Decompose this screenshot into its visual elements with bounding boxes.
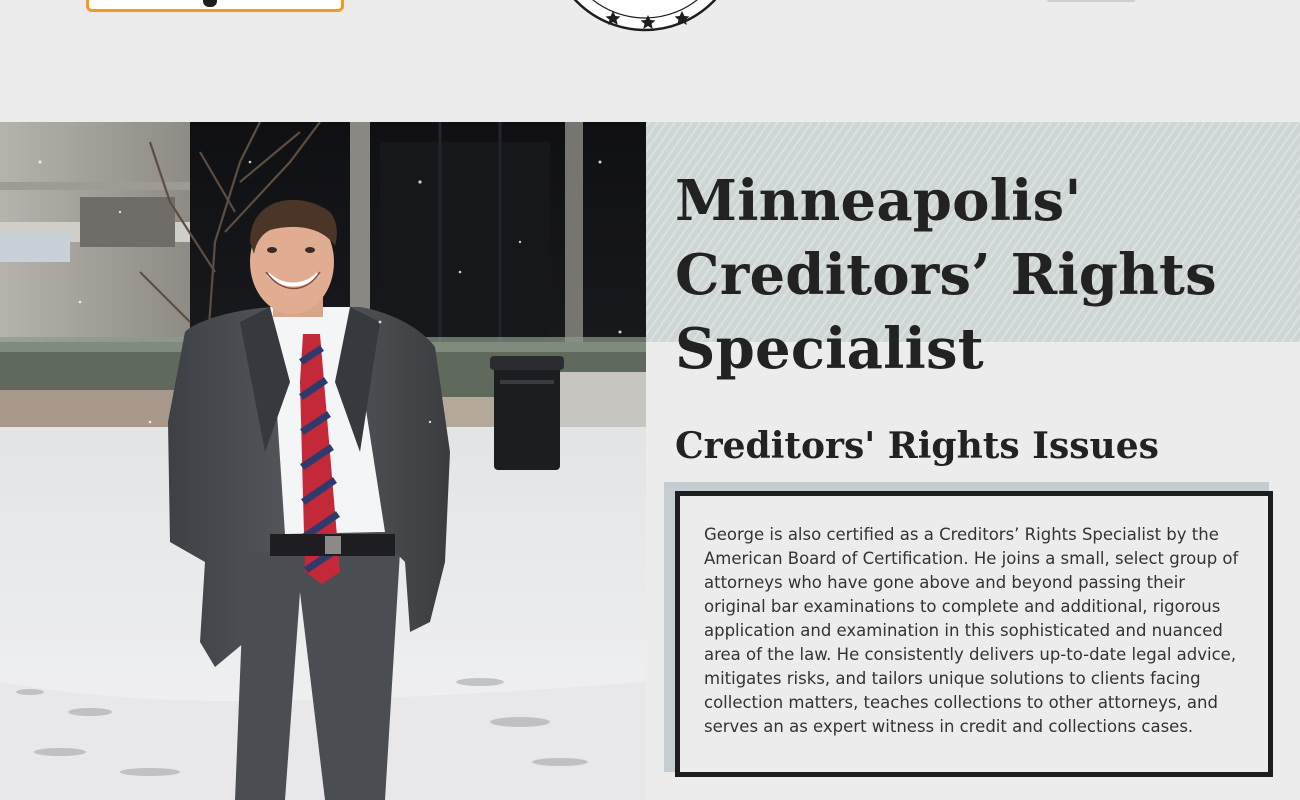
attorney-photo xyxy=(0,122,646,800)
description-text: George is also certified as a Creditors’… xyxy=(704,525,1239,736)
header-nav-fragment[interactable] xyxy=(1046,0,1136,2)
brand-logo[interactable] xyxy=(86,0,344,12)
section-heading: Creditors' Rights Issues xyxy=(675,425,1159,467)
site-header xyxy=(0,0,1300,122)
description-card: George is also certified as a Creditors’… xyxy=(675,491,1273,777)
logo-letter-mark-icon xyxy=(203,0,217,7)
page-title: Minneapolis' Creditors’ Rights Specialis… xyxy=(675,168,1217,382)
page: Minneapolis' Creditors’ Rights Specialis… xyxy=(0,0,1300,800)
certification-seal-icon xyxy=(573,0,717,32)
